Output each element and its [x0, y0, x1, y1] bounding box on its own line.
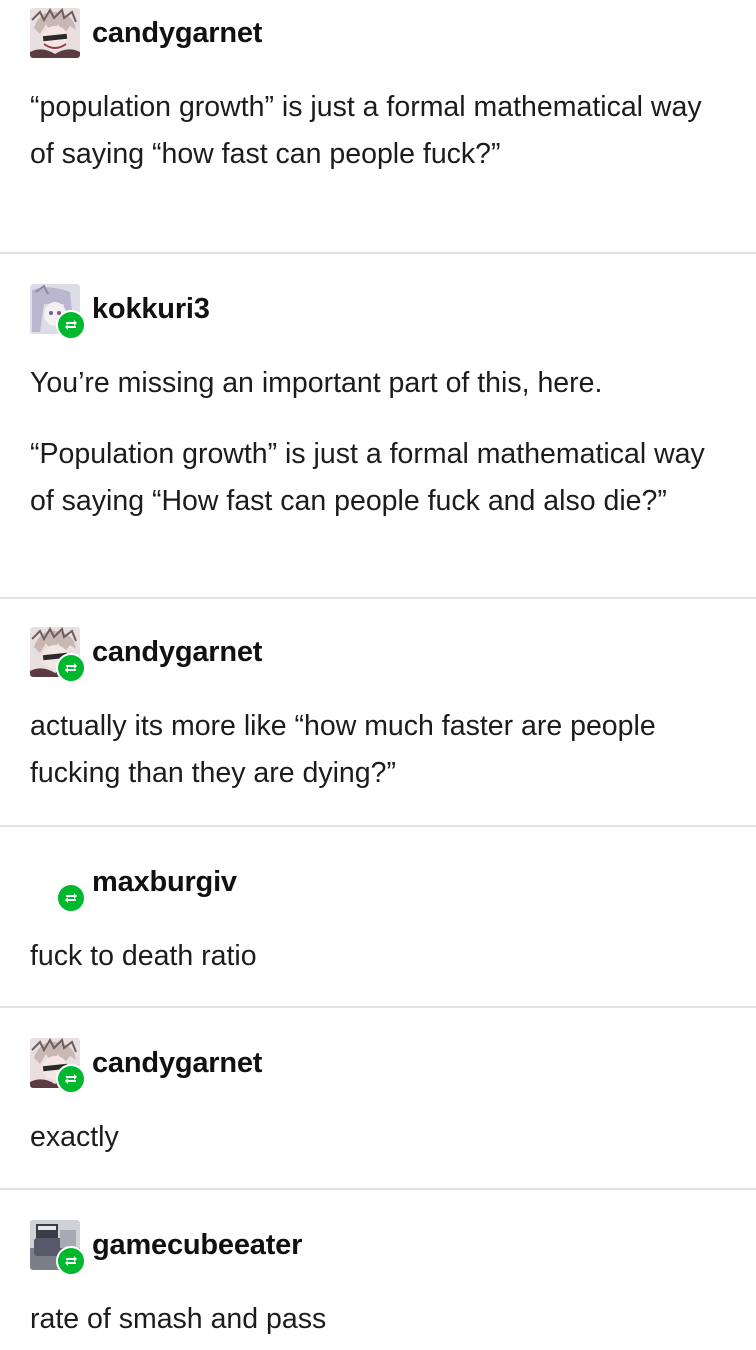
username[interactable]: kokkuri3: [92, 294, 210, 324]
post-body: fuck to death ratio: [30, 933, 732, 980]
post-text: rate of smash and pass: [30, 1303, 327, 1335]
avatar[interactable]: [30, 8, 80, 58]
post-body: “population growth” is just a formal mat…: [30, 84, 732, 178]
post-header: kokkuri3: [30, 284, 210, 340]
avatar[interactable]: [30, 1038, 86, 1094]
username[interactable]: candygarnet: [92, 18, 262, 48]
avatar[interactable]: [30, 1220, 86, 1276]
post-header: candygarnet: [30, 8, 262, 58]
anime-avatar-icon: [30, 8, 80, 58]
post-candygarnet-2: candygarnet actually its more like “how …: [0, 599, 756, 827]
username[interactable]: candygarnet: [92, 1048, 262, 1078]
reblog-icon: [56, 1064, 86, 1094]
post-kokkuri3: kokkuri3 You’re missing an important par…: [0, 254, 756, 599]
reblog-icon: [56, 1246, 86, 1276]
post-text: exactly: [30, 1121, 119, 1153]
post-body: actually its more like “how much faster …: [30, 703, 732, 797]
post-header: gamecubeeater: [30, 1220, 302, 1276]
avatar[interactable]: [30, 857, 86, 913]
post-header: maxburgiv: [30, 857, 237, 913]
post-candygarnet-1: candygarnet “population growth” is just …: [0, 0, 756, 254]
post-header: candygarnet: [30, 1038, 262, 1094]
post-body: exactly: [30, 1114, 732, 1161]
post-text: You’re missing an important part of this…: [30, 367, 603, 399]
reblog-icon: [56, 310, 86, 340]
post-text: fuck to death ratio: [30, 940, 257, 972]
post-candygarnet-3: candygarnet exactly: [0, 1008, 756, 1190]
post-header: candygarnet: [30, 627, 262, 683]
post-body: You’re missing an important part of this…: [30, 360, 732, 525]
post-body: rate of smash and pass: [30, 1296, 732, 1343]
post-gamecubeeater: gamecubeeater rate of smash and pass: [0, 1190, 756, 1350]
username[interactable]: maxburgiv: [92, 867, 237, 897]
reblog-icon: [56, 883, 86, 913]
post-text: actually its more like “how much faster …: [30, 710, 656, 789]
username[interactable]: candygarnet: [92, 637, 262, 667]
post-maxburgiv: maxburgiv fuck to death ratio: [0, 827, 756, 1008]
post-text: “population growth” is just a formal mat…: [30, 91, 702, 170]
avatar[interactable]: [30, 627, 86, 683]
avatar[interactable]: [30, 284, 86, 340]
post-text: “Population growth” is just a formal mat…: [30, 438, 705, 517]
username[interactable]: gamecubeeater: [92, 1230, 302, 1260]
reblog-icon: [56, 653, 86, 683]
